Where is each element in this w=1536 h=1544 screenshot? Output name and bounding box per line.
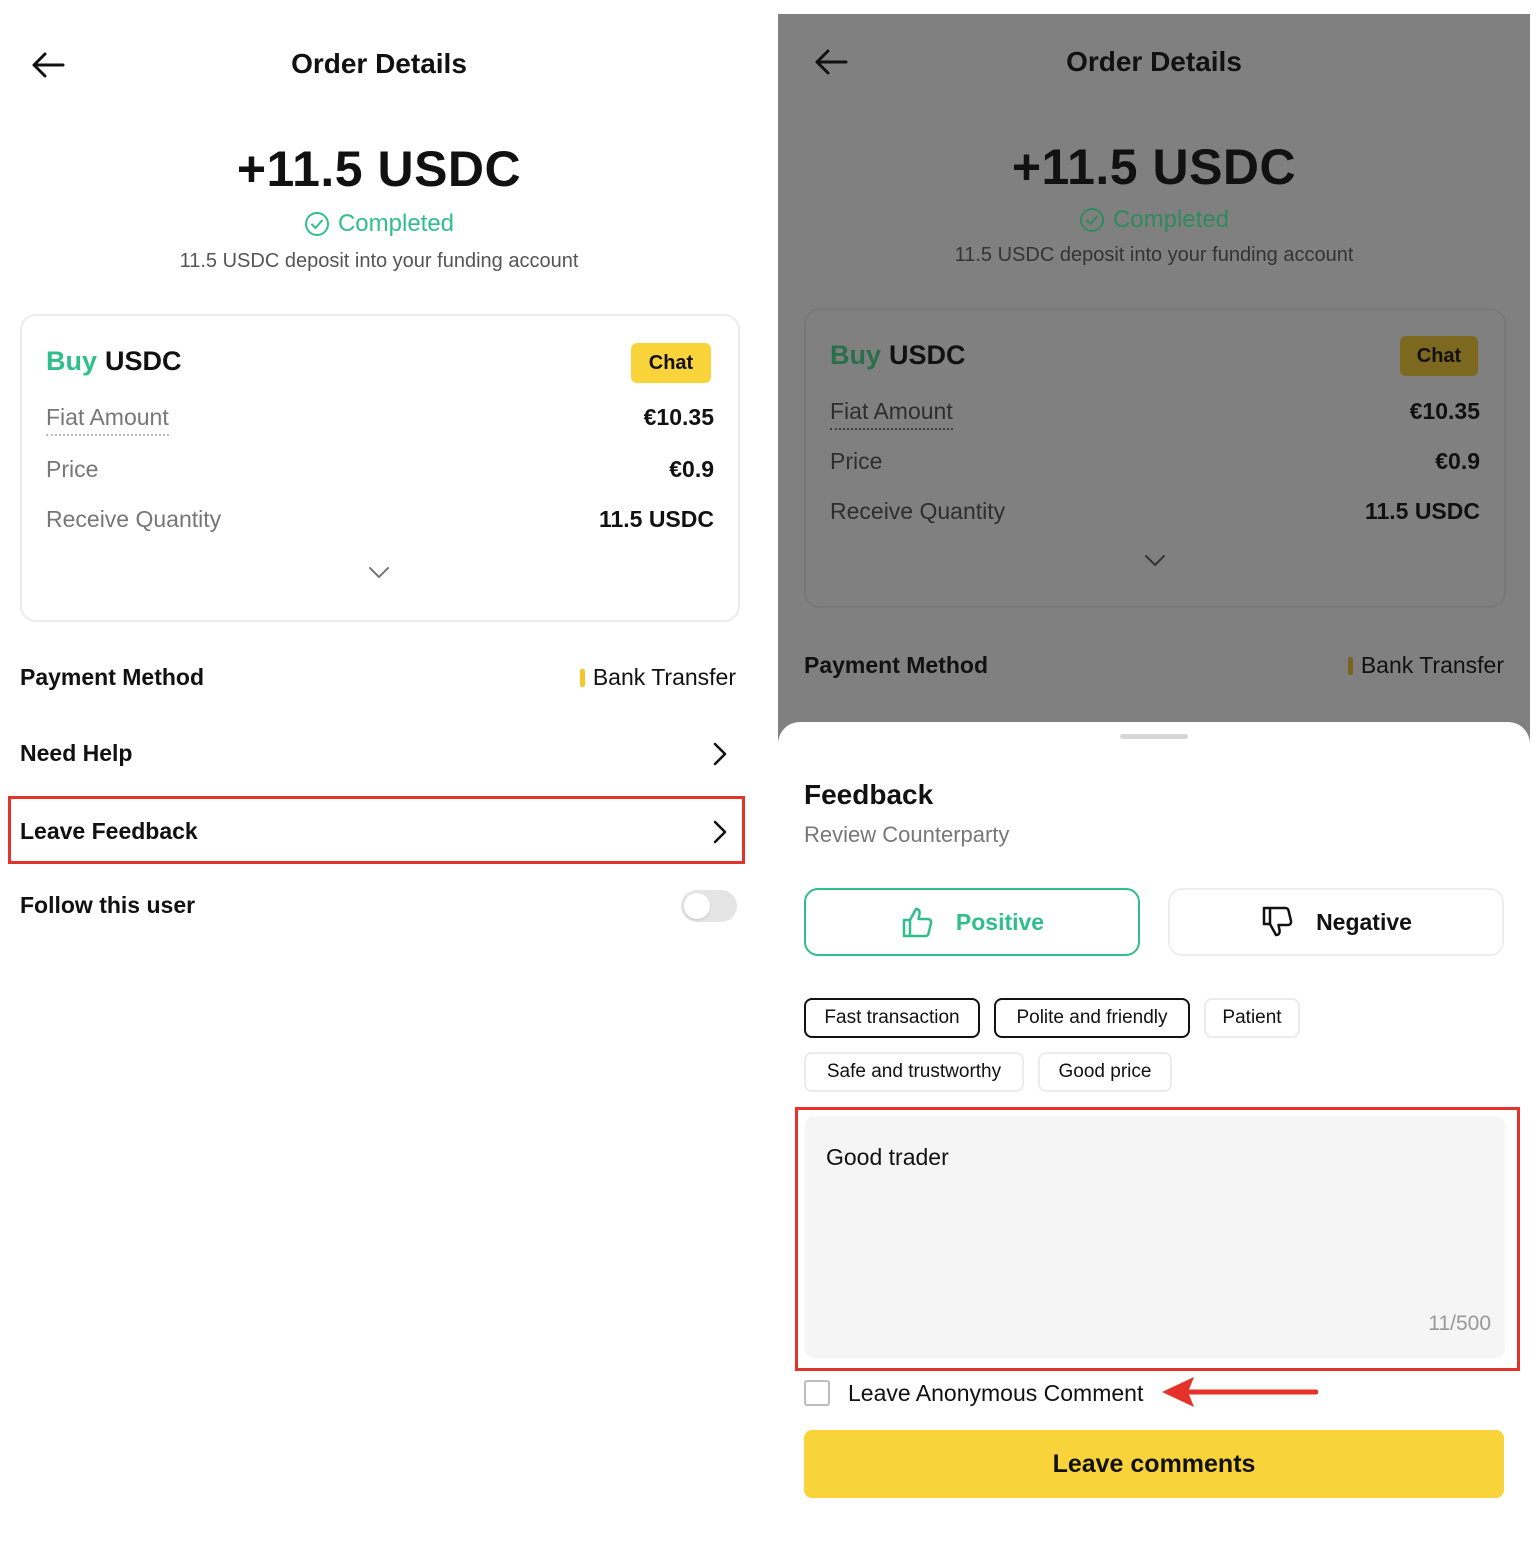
receive-quantity-value: 11.5 USDC: [598, 506, 714, 532]
comment-textarea[interactable]: Good trader 11/500: [805, 1116, 1505, 1358]
chat-button: Chat: [1400, 336, 1478, 376]
price-label: Price: [46, 456, 99, 482]
feedback-screen: Order Details +11.5 USDC Completed 11.5 …: [778, 14, 1530, 1544]
trade-heading: Buy USDC: [830, 340, 966, 371]
positive-label: Positive: [955, 908, 1045, 935]
payment-method-text: Bank Transfer: [592, 664, 736, 690]
trade-asset: USDC: [105, 346, 182, 376]
check-circle-icon: [304, 212, 329, 236]
anonymous-checkbox[interactable]: [804, 1380, 830, 1406]
tag-good-price[interactable]: Good price: [1038, 1052, 1172, 1092]
order-status: Completed: [778, 206, 1530, 234]
order-status: Completed: [0, 210, 758, 238]
sheet-drag-handle[interactable]: [1120, 734, 1188, 739]
tag-safe-and-trustworthy[interactable]: Safe and trustworthy: [804, 1052, 1024, 1092]
need-help-label: Need Help: [20, 740, 133, 766]
feedback-title: Feedback: [804, 779, 934, 810]
order-card: Buy USDC Chat Fiat Amount €10.35 Price €…: [804, 308, 1506, 608]
tag-polite-and-friendly[interactable]: Polite and friendly: [994, 998, 1190, 1038]
comment-text: Good trader: [826, 1144, 949, 1170]
chevron-down-icon[interactable]: [368, 566, 390, 580]
status-text: Completed: [1112, 206, 1230, 233]
fiat-amount-value: €10.35: [1409, 398, 1480, 424]
payment-method-value: Bank Transfer: [579, 664, 736, 691]
trade-asset: USDC: [889, 340, 966, 370]
chevron-down-icon: [1145, 555, 1165, 566]
order-amount: +11.5 USDC: [1011, 139, 1297, 195]
anonymous-comment-label[interactable]: Leave Anonymous Comment: [848, 1380, 1143, 1407]
thumbs-down-icon: [1262, 906, 1293, 937]
order-subtitle: 11.5 USDC deposit into your funding acco…: [179, 250, 579, 272]
tag-fast-transaction[interactable]: Fast transaction: [804, 998, 980, 1038]
page-title: Order Details: [291, 48, 467, 79]
leave-feedback-row[interactable]: Leave Feedback: [8, 796, 745, 864]
payment-method-label: Payment Method: [804, 652, 989, 678]
positive-button[interactable]: Positive: [804, 888, 1140, 956]
dimmed-order-details: Order Details +11.5 USDC Completed 11.5 …: [778, 14, 1530, 754]
tag-patient[interactable]: Patient: [1204, 998, 1300, 1038]
status-text: Completed: [337, 210, 455, 237]
negative-button[interactable]: Negative: [1168, 888, 1504, 956]
receive-quantity-label: Receive Quantity: [830, 498, 1006, 524]
order-amount: +11.5 USDC: [236, 141, 522, 197]
page-title: Order Details: [1066, 46, 1242, 77]
red-arrow-icon: [1162, 1377, 1318, 1407]
check-circle-icon: [1079, 208, 1104, 232]
fiat-amount-value: €10.35: [643, 404, 714, 430]
trade-side: Buy: [46, 346, 98, 376]
leave-comments-button[interactable]: Leave comments: [804, 1430, 1504, 1498]
need-help-row[interactable]: Need Help: [0, 722, 758, 784]
order-card: Buy USDC Chat Fiat Amount €10.35 Price €…: [20, 314, 740, 622]
order-details-screen: Order Details +11.5 USDC Completed 11.5 …: [0, 0, 758, 1544]
negative-label: Negative: [1316, 908, 1412, 935]
feedback-subtitle: Review Counterparty: [804, 822, 1010, 847]
chevron-right-icon: [713, 742, 727, 766]
feedback-sheet: Feedback Review Counterparty Positive Ne…: [778, 722, 1530, 1544]
fiat-amount-label: Fiat Amount: [830, 398, 953, 430]
receive-quantity-value: 11.5 USDC: [1364, 498, 1480, 524]
chat-button[interactable]: Chat: [631, 343, 711, 383]
price-value: €0.9: [1435, 448, 1480, 474]
leave-feedback-label: Leave Feedback: [20, 818, 198, 844]
trade-side: Buy: [830, 340, 882, 370]
payment-method-value: Bank Transfer: [1347, 652, 1504, 679]
trade-heading: Buy USDC: [46, 346, 182, 377]
comment-char-counter: 11/500: [1428, 1312, 1491, 1335]
price-label: Price: [830, 448, 883, 474]
payment-method-marker: [579, 668, 585, 687]
follow-user-label: Follow this user: [20, 892, 196, 918]
fiat-amount-label[interactable]: Fiat Amount: [46, 404, 169, 436]
payment-method-label: Payment Method: [20, 664, 205, 690]
toggle-knob: [684, 893, 710, 919]
receive-quantity-label: Receive Quantity: [46, 506, 222, 532]
price-value: €0.9: [669, 456, 714, 482]
follow-user-toggle[interactable]: [681, 890, 737, 922]
order-subtitle: 11.5 USDC deposit into your funding acco…: [954, 244, 1354, 266]
payment-method-marker: [1347, 656, 1353, 675]
chevron-right-icon: [713, 820, 727, 844]
payment-method-text: Bank Transfer: [1360, 652, 1504, 678]
thumbs-up-icon: [902, 907, 933, 938]
